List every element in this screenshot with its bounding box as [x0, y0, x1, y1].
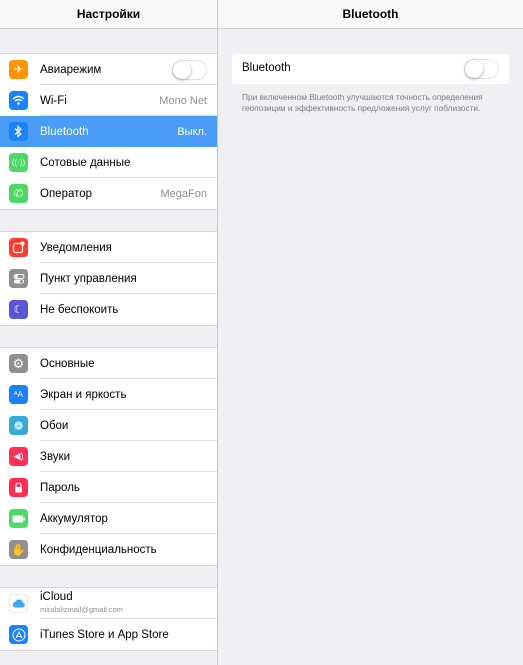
gear-icon: ⚙: [9, 354, 28, 373]
sidebar-item-label: Звуки: [40, 450, 71, 463]
bluetooth-setting-cell: Bluetooth: [232, 54, 509, 84]
cellular-icon: ((·)): [9, 153, 28, 172]
sidebar-item-display-brightness[interactable]: ᴬA Экран и яркость: [0, 379, 217, 410]
lock-icon: [9, 478, 28, 497]
carrier-value: MegaFon: [160, 187, 207, 200]
sidebar-item-battery[interactable]: Аккумулятор: [0, 503, 217, 534]
sidebar-item-label: iTunes Store и App Store: [40, 628, 169, 641]
control-center-icon: [9, 269, 28, 288]
sidebar-item-label: Оператор: [40, 187, 93, 200]
sidebar-item-label: Уведомления: [40, 241, 112, 254]
sidebar-item-label: Bluetooth: [40, 125, 89, 138]
sidebar-item-label: Основные: [40, 357, 95, 370]
detail-title: Bluetooth: [218, 0, 523, 29]
settings-window: Настройки ✈ Авиарежим Wi-Fi Mono Net Blu…: [0, 0, 523, 665]
sidebar-item-label: Обои: [40, 419, 69, 432]
sidebar-item-label: Авиарежим: [40, 63, 102, 76]
bluetooth-footer-note: При включенном Bluetooth улучшаются точн…: [242, 92, 483, 113]
phone-icon: ✆: [9, 184, 28, 203]
airplane-icon: ✈: [9, 60, 28, 79]
sidebar-item-wallpaper[interactable]: ❁ Обои: [0, 410, 217, 441]
sidebar-item-general[interactable]: ⚙ Основные: [0, 348, 217, 379]
toggle-knob: [173, 61, 191, 79]
bluetooth-setting-label: Bluetooth: [242, 62, 291, 74]
sidebar-item-notifications[interactable]: Уведомления: [0, 232, 217, 263]
sidebar-item-sounds[interactable]: ◀) Звуки: [0, 441, 217, 472]
icloud-icon: [9, 594, 28, 613]
sidebar-item-label: Аккумулятор: [40, 512, 108, 525]
sidebar-item-label: Не беспокоить: [40, 303, 119, 316]
bluetooth-icon: [9, 122, 28, 141]
sidebar-item-cellular[interactable]: ((·)) Сотовые данные: [0, 147, 217, 178]
sidebar-item-label: Экран и яркость: [40, 388, 127, 401]
sidebar-item-label: Сотовые данные: [40, 156, 131, 169]
sidebar-item-passcode[interactable]: Пароль: [0, 472, 217, 503]
detail-pane: Bluetooth Bluetooth При включенном Bluet…: [218, 0, 523, 665]
sidebar-item-control-center[interactable]: Пункт управления: [0, 263, 217, 294]
sidebar-item-bluetooth[interactable]: Bluetooth Выкл.: [0, 116, 217, 147]
sidebar-item-airplane-mode[interactable]: ✈ Авиарежим: [0, 54, 217, 85]
bluetooth-toggle[interactable]: [464, 59, 499, 79]
sidebar-item-itunes-app-store[interactable]: iTunes Store и App Store: [0, 619, 217, 650]
sidebar-item-carrier[interactable]: ✆ Оператор MegaFon: [0, 178, 217, 209]
sidebar-item-label: Wi-Fi: [40, 94, 67, 107]
notifications-icon: [9, 238, 28, 257]
sidebar-item-label: Пароль: [40, 481, 80, 494]
sidebar-item-wifi[interactable]: Wi-Fi Mono Net: [0, 85, 217, 116]
display-brightness-icon: ᴬA: [9, 385, 28, 404]
sidebar-item-label: Конфиденциальность: [40, 543, 157, 556]
wifi-icon: [9, 91, 28, 110]
settings-group-general: ⚙ Основные ᴬA Экран и яркость ❁ Обои ◀) …: [0, 347, 217, 566]
toggle-knob: [465, 60, 483, 78]
sidebar-item-privacy[interactable]: ✋ Конфиденциальность: [0, 534, 217, 565]
wifi-network-value: Mono Net: [159, 94, 207, 107]
settings-group-notifications: Уведомления Пункт управления ☾ Не беспок…: [0, 231, 217, 326]
settings-sidebar: Настройки ✈ Авиарежим Wi-Fi Mono Net Blu…: [0, 0, 217, 665]
bluetooth-status-value: Выкл.: [177, 125, 207, 138]
sidebar-item-label: iCloud: [40, 591, 73, 603]
battery-icon: [9, 509, 28, 528]
sidebar-item-label: Пункт управления: [40, 272, 137, 285]
settings-group-accounts: iCloud mirabilizmail@gmail.com iTunes St…: [0, 587, 217, 651]
icloud-account-email: mirabilizmail@gmail.com: [40, 605, 124, 614]
sidebar-item-icloud[interactable]: iCloud mirabilizmail@gmail.com: [0, 588, 217, 619]
sidebar-item-do-not-disturb[interactable]: ☾ Не беспокоить: [0, 294, 217, 325]
hand-icon: ✋: [9, 540, 28, 559]
sounds-icon: ◀): [9, 447, 28, 466]
moon-icon: ☾: [9, 300, 28, 319]
wallpaper-icon: ❁: [9, 416, 28, 435]
app-store-icon: [9, 625, 28, 644]
airplane-mode-toggle[interactable]: [172, 60, 207, 80]
sidebar-title: Настройки: [0, 0, 217, 29]
settings-group-connectivity: ✈ Авиарежим Wi-Fi Mono Net Bluetooth Вык…: [0, 53, 217, 210]
